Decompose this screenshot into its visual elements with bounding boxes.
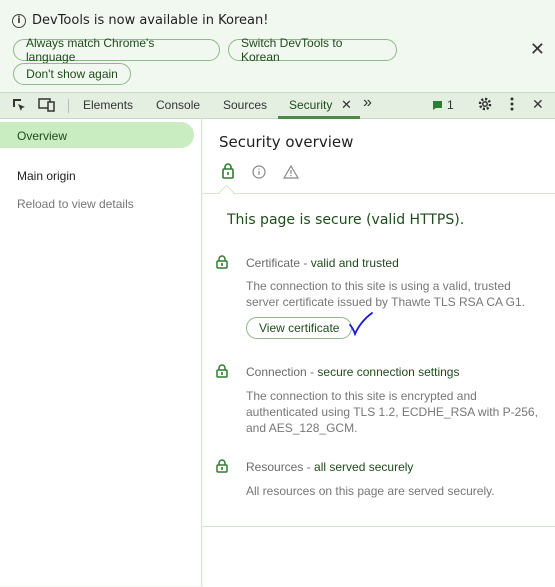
switch-to-korean-button[interactable]: Switch DevTools to Korean <box>228 36 397 64</box>
more-tabs-icon[interactable]: » <box>363 94 372 112</box>
tab-security[interactable]: Security <box>289 98 332 112</box>
resources-status: all served securely <box>314 460 414 474</box>
issues-count[interactable]: 1 <box>447 98 454 112</box>
toolbar-separator <box>68 99 69 113</box>
language-infobar: i DevTools is now available in Korean! A… <box>0 0 555 92</box>
connection-lock-icon <box>216 363 228 382</box>
panel-footer-area <box>203 526 555 587</box>
info-icon: i <box>12 13 26 28</box>
inspect-element-icon[interactable] <box>11 97 27 117</box>
certificate-label: Certificate <box>246 256 301 270</box>
resources-title: Resources - all served securely <box>246 460 413 474</box>
connection-description: The connection to this site is encrypted… <box>246 389 538 435</box>
resources-description: All resources on this page are served se… <box>246 484 495 498</box>
warning-triangle-icon <box>282 164 300 179</box>
more-options-icon[interactable] <box>509 96 515 116</box>
devtools-toolbar: Elements Console Sources Security ✕ » 1 … <box>0 92 555 119</box>
connection-label: Connection <box>246 365 307 379</box>
certificate-title: Certificate - valid and trusted <box>246 256 399 270</box>
handwritten-checkmark-icon <box>348 311 374 341</box>
view-certificate-button[interactable]: View certificate <box>246 317 353 339</box>
certificate-status: valid and trusted <box>310 256 399 270</box>
sidebar-item-overview[interactable]: Overview <box>17 129 67 143</box>
resources-label: Resources <box>246 460 304 474</box>
sidebar-item-main-origin[interactable]: Main origin <box>17 169 76 183</box>
resources-lock-icon <box>216 458 228 477</box>
close-tab-icon[interactable]: ✕ <box>341 97 352 113</box>
info-circle-icon <box>252 165 266 179</box>
settings-gear-icon[interactable] <box>477 96 493 116</box>
tab-console[interactable]: Console <box>156 98 200 112</box>
tab-elements[interactable]: Elements <box>83 98 133 112</box>
security-legend-icons <box>219 163 319 185</box>
certificate-description: The connection to this site is using a v… <box>246 279 526 309</box>
certificate-separator: - <box>300 256 311 270</box>
connection-status: secure connection settings <box>317 365 460 379</box>
secure-lock-icon <box>222 163 234 179</box>
infobar-message-row: i DevTools is now available in Korean! <box>12 13 268 28</box>
legend-selection-caret <box>218 184 235 201</box>
certificate-lock-icon <box>216 254 228 273</box>
sidebar-reload-hint: Reload to view details <box>17 197 134 211</box>
legend-divider <box>203 193 555 194</box>
security-sidebar: Overview Main origin Reload to view deta… <box>0 119 202 586</box>
resources-separator: - <box>303 460 315 474</box>
issues-icon[interactable] <box>432 99 443 115</box>
tab-sources[interactable]: Sources <box>223 98 267 112</box>
always-match-language-button[interactable]: Always match Chrome's language <box>13 36 220 64</box>
close-infobar-icon[interactable]: ✕ <box>530 39 545 60</box>
security-overview-panel: Security overview This page is secure (v… <box>203 119 555 526</box>
connection-title: Connection - secure connection settings <box>246 365 459 379</box>
infobar-message: DevTools is now available in Korean! <box>32 13 269 28</box>
connection-separator: - <box>306 365 318 379</box>
dont-show-again-button[interactable]: Don't show again <box>13 63 131 85</box>
security-summary-heading: This page is secure (valid HTTPS). <box>227 212 465 228</box>
page-title: Security overview <box>219 133 354 151</box>
close-devtools-icon[interactable]: ✕ <box>532 96 544 113</box>
device-toolbar-icon[interactable] <box>38 97 56 117</box>
